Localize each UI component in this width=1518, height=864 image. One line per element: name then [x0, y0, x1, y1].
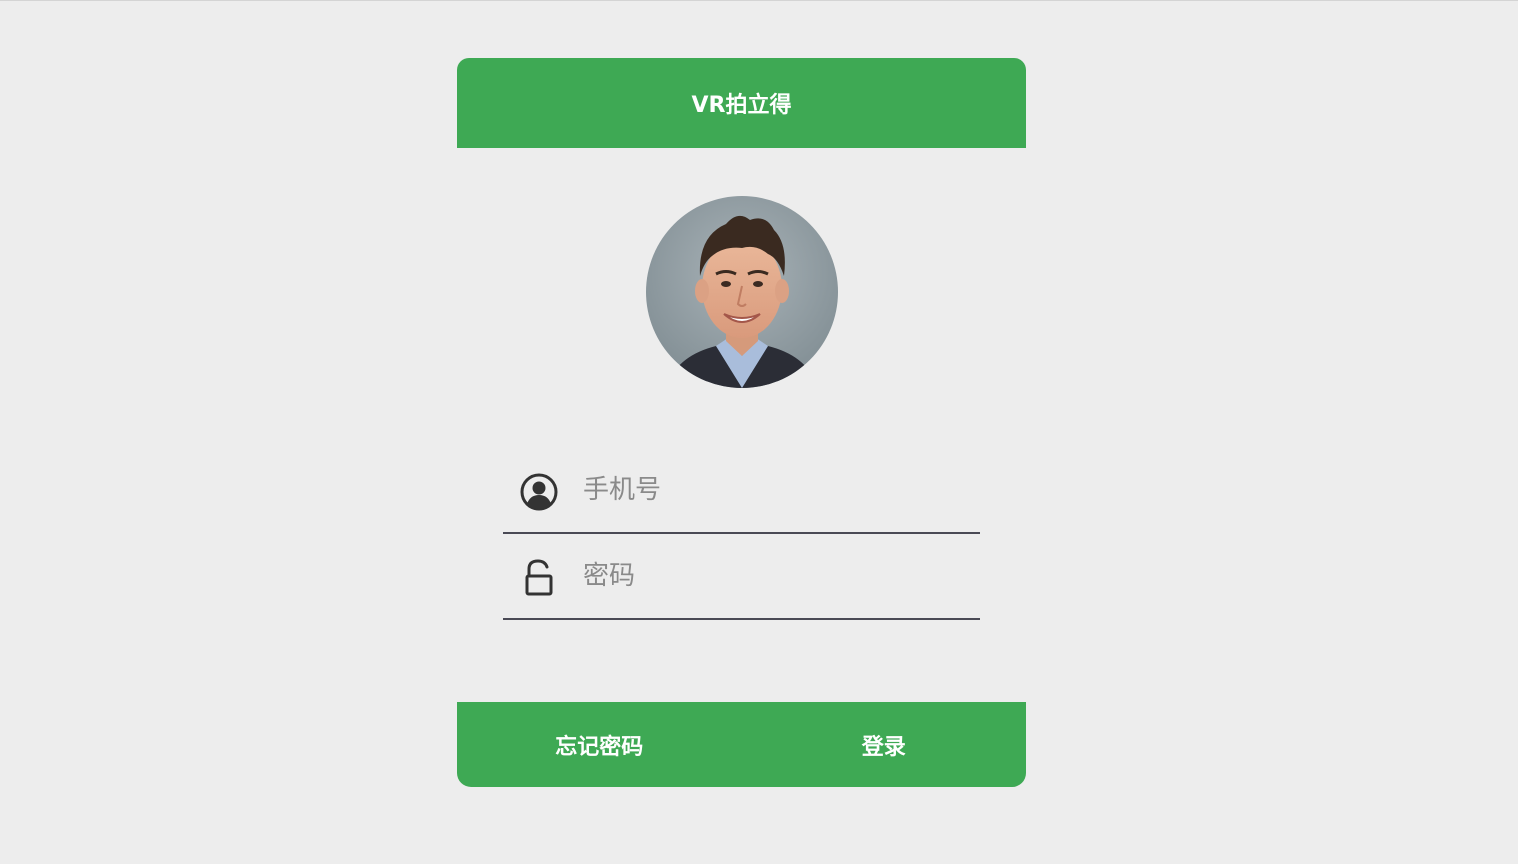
app-title: VR拍立得 [691, 93, 792, 118]
phone-input[interactable] [583, 470, 963, 510]
password-input[interactable] [583, 556, 963, 596]
login-button[interactable]: 登录 [742, 702, 1027, 787]
user-circle-icon [519, 472, 559, 512]
top-divider [0, 0, 1518, 1]
password-field [503, 534, 980, 620]
avatar-photo [646, 196, 838, 388]
forgot-password-label: 忘记密码 [555, 734, 644, 760]
app-header: VR拍立得 [457, 58, 1026, 148]
login-label: 登录 [861, 734, 906, 760]
unlock-icon [519, 558, 559, 598]
login-card: VR拍立得 手机号 忘记密码 登录 [457, 58, 1026, 787]
avatar [646, 196, 838, 388]
forgot-password-button[interactable]: 忘记密码 [457, 702, 742, 787]
phone-field [503, 448, 980, 534]
action-bar: 忘记密码 登录 [457, 702, 1026, 787]
